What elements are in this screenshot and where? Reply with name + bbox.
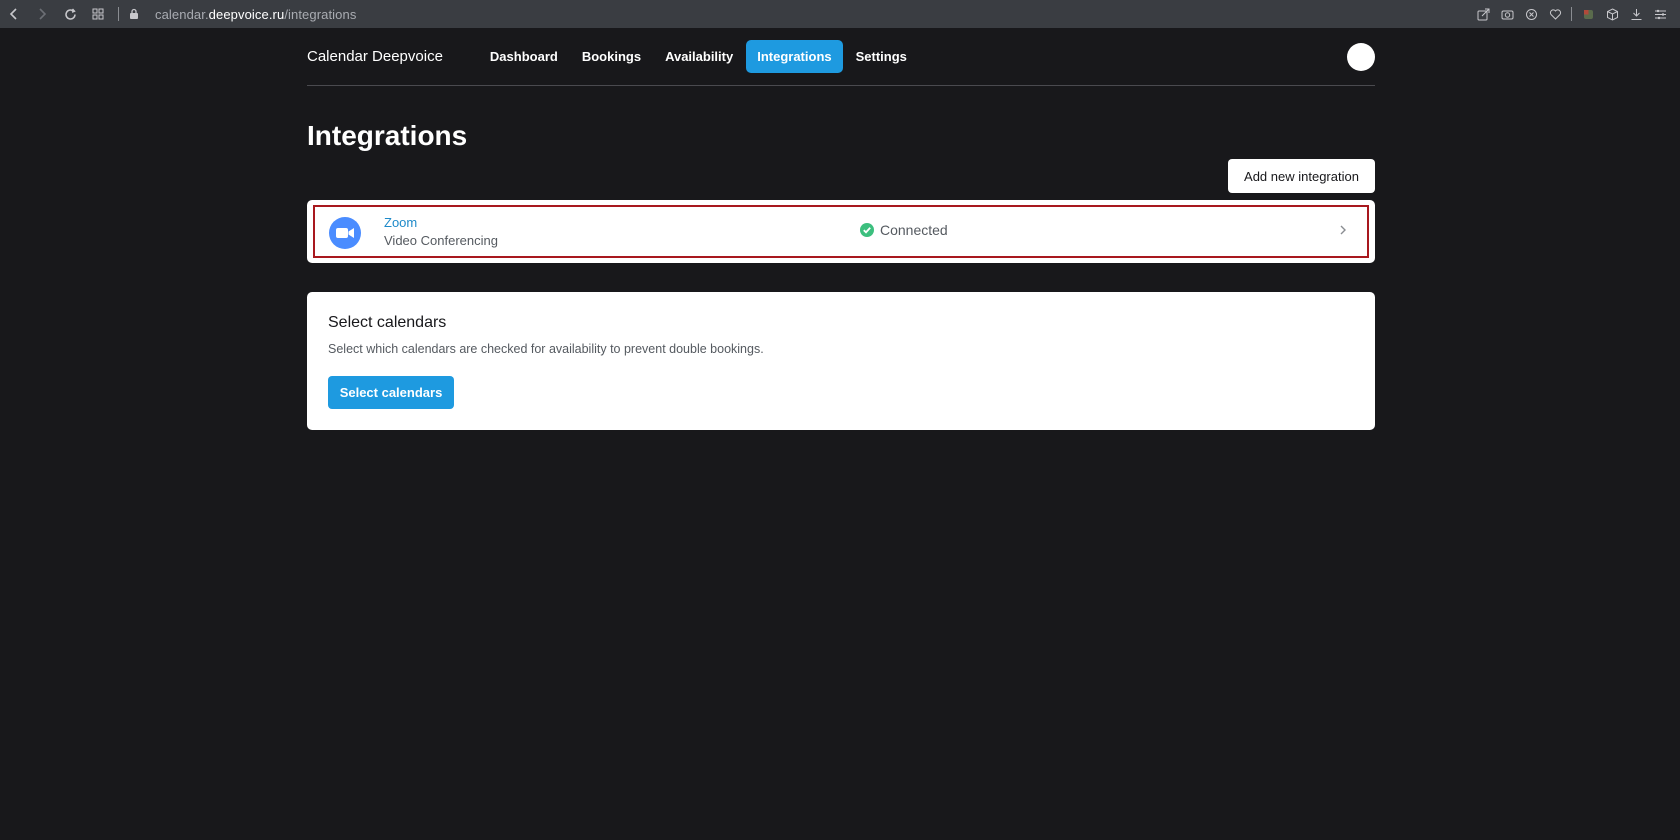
chevron-left-icon <box>9 8 17 20</box>
url-path: /integrations <box>284 6 357 22</box>
cube-icon[interactable] <box>1600 0 1624 28</box>
toolbar-divider <box>1571 7 1572 21</box>
menu-icon[interactable] <box>1648 0 1672 28</box>
lock-icon[interactable] <box>129 7 141 21</box>
chevron-right-icon[interactable] <box>1339 224 1347 236</box>
brand-title[interactable]: Calendar Deepvoice <box>307 48 443 65</box>
select-calendars-card: Select calendars Select which calendars … <box>307 292 1375 430</box>
app-header: Calendar Deepvoice Dashboard Bookings Av… <box>307 28 1375 86</box>
download-icon[interactable] <box>1624 0 1648 28</box>
nav-dashboard[interactable]: Dashboard <box>479 40 569 73</box>
toolbar-actions <box>1471 0 1672 28</box>
grid-icon <box>92 8 104 20</box>
browser-toolbar: calendar.deepvoice.ru/integrations <box>0 0 1680 28</box>
nav-settings[interactable]: Settings <box>845 40 918 73</box>
toolbar-divider <box>118 7 119 21</box>
page-title: Integrations <box>307 120 468 151</box>
integration-card: Zoom Video Conferencing Connected <box>307 200 1375 263</box>
zoom-logo-icon <box>329 217 361 249</box>
status-badge: Connected <box>860 222 948 238</box>
address-bar[interactable]: calendar.deepvoice.ru/integrations <box>155 7 356 22</box>
url-domain: deepvoice.ru <box>208 6 285 22</box>
integration-type: Video Conferencing <box>384 233 498 248</box>
camera-icon[interactable] <box>1495 0 1519 28</box>
integration-name[interactable]: Zoom <box>384 215 417 230</box>
nav-availability[interactable]: Availability <box>654 40 744 73</box>
integration-row-zoom[interactable]: Zoom Video Conferencing Connected <box>313 205 1369 258</box>
add-new-integration-button[interactable]: Add new integration <box>1228 159 1375 193</box>
forward-button[interactable] <box>28 0 56 28</box>
select-calendars-button[interactable]: Select calendars <box>328 376 454 409</box>
calendars-description: Select which calendars are checked for a… <box>328 342 764 356</box>
status-text: Connected <box>880 222 948 238</box>
extension-icon[interactable] <box>1576 0 1600 28</box>
url-prefix: calendar. <box>155 6 209 22</box>
calendars-title: Select calendars <box>328 314 447 331</box>
nav-integrations[interactable]: Integrations <box>746 40 843 73</box>
share-icon[interactable] <box>1471 0 1495 28</box>
main-nav: Dashboard Bookings Availability Integrat… <box>479 40 920 73</box>
reload-icon <box>64 8 76 20</box>
chevron-right-icon <box>39 8 47 20</box>
nav-bookings[interactable]: Bookings <box>571 40 652 73</box>
tabs-button[interactable] <box>84 0 112 28</box>
back-button[interactable] <box>0 0 28 28</box>
reload-button[interactable] <box>56 0 84 28</box>
block-icon[interactable] <box>1519 0 1543 28</box>
avatar[interactable] <box>1347 43 1375 71</box>
check-circle-icon <box>860 223 874 237</box>
heart-icon[interactable] <box>1543 0 1567 28</box>
